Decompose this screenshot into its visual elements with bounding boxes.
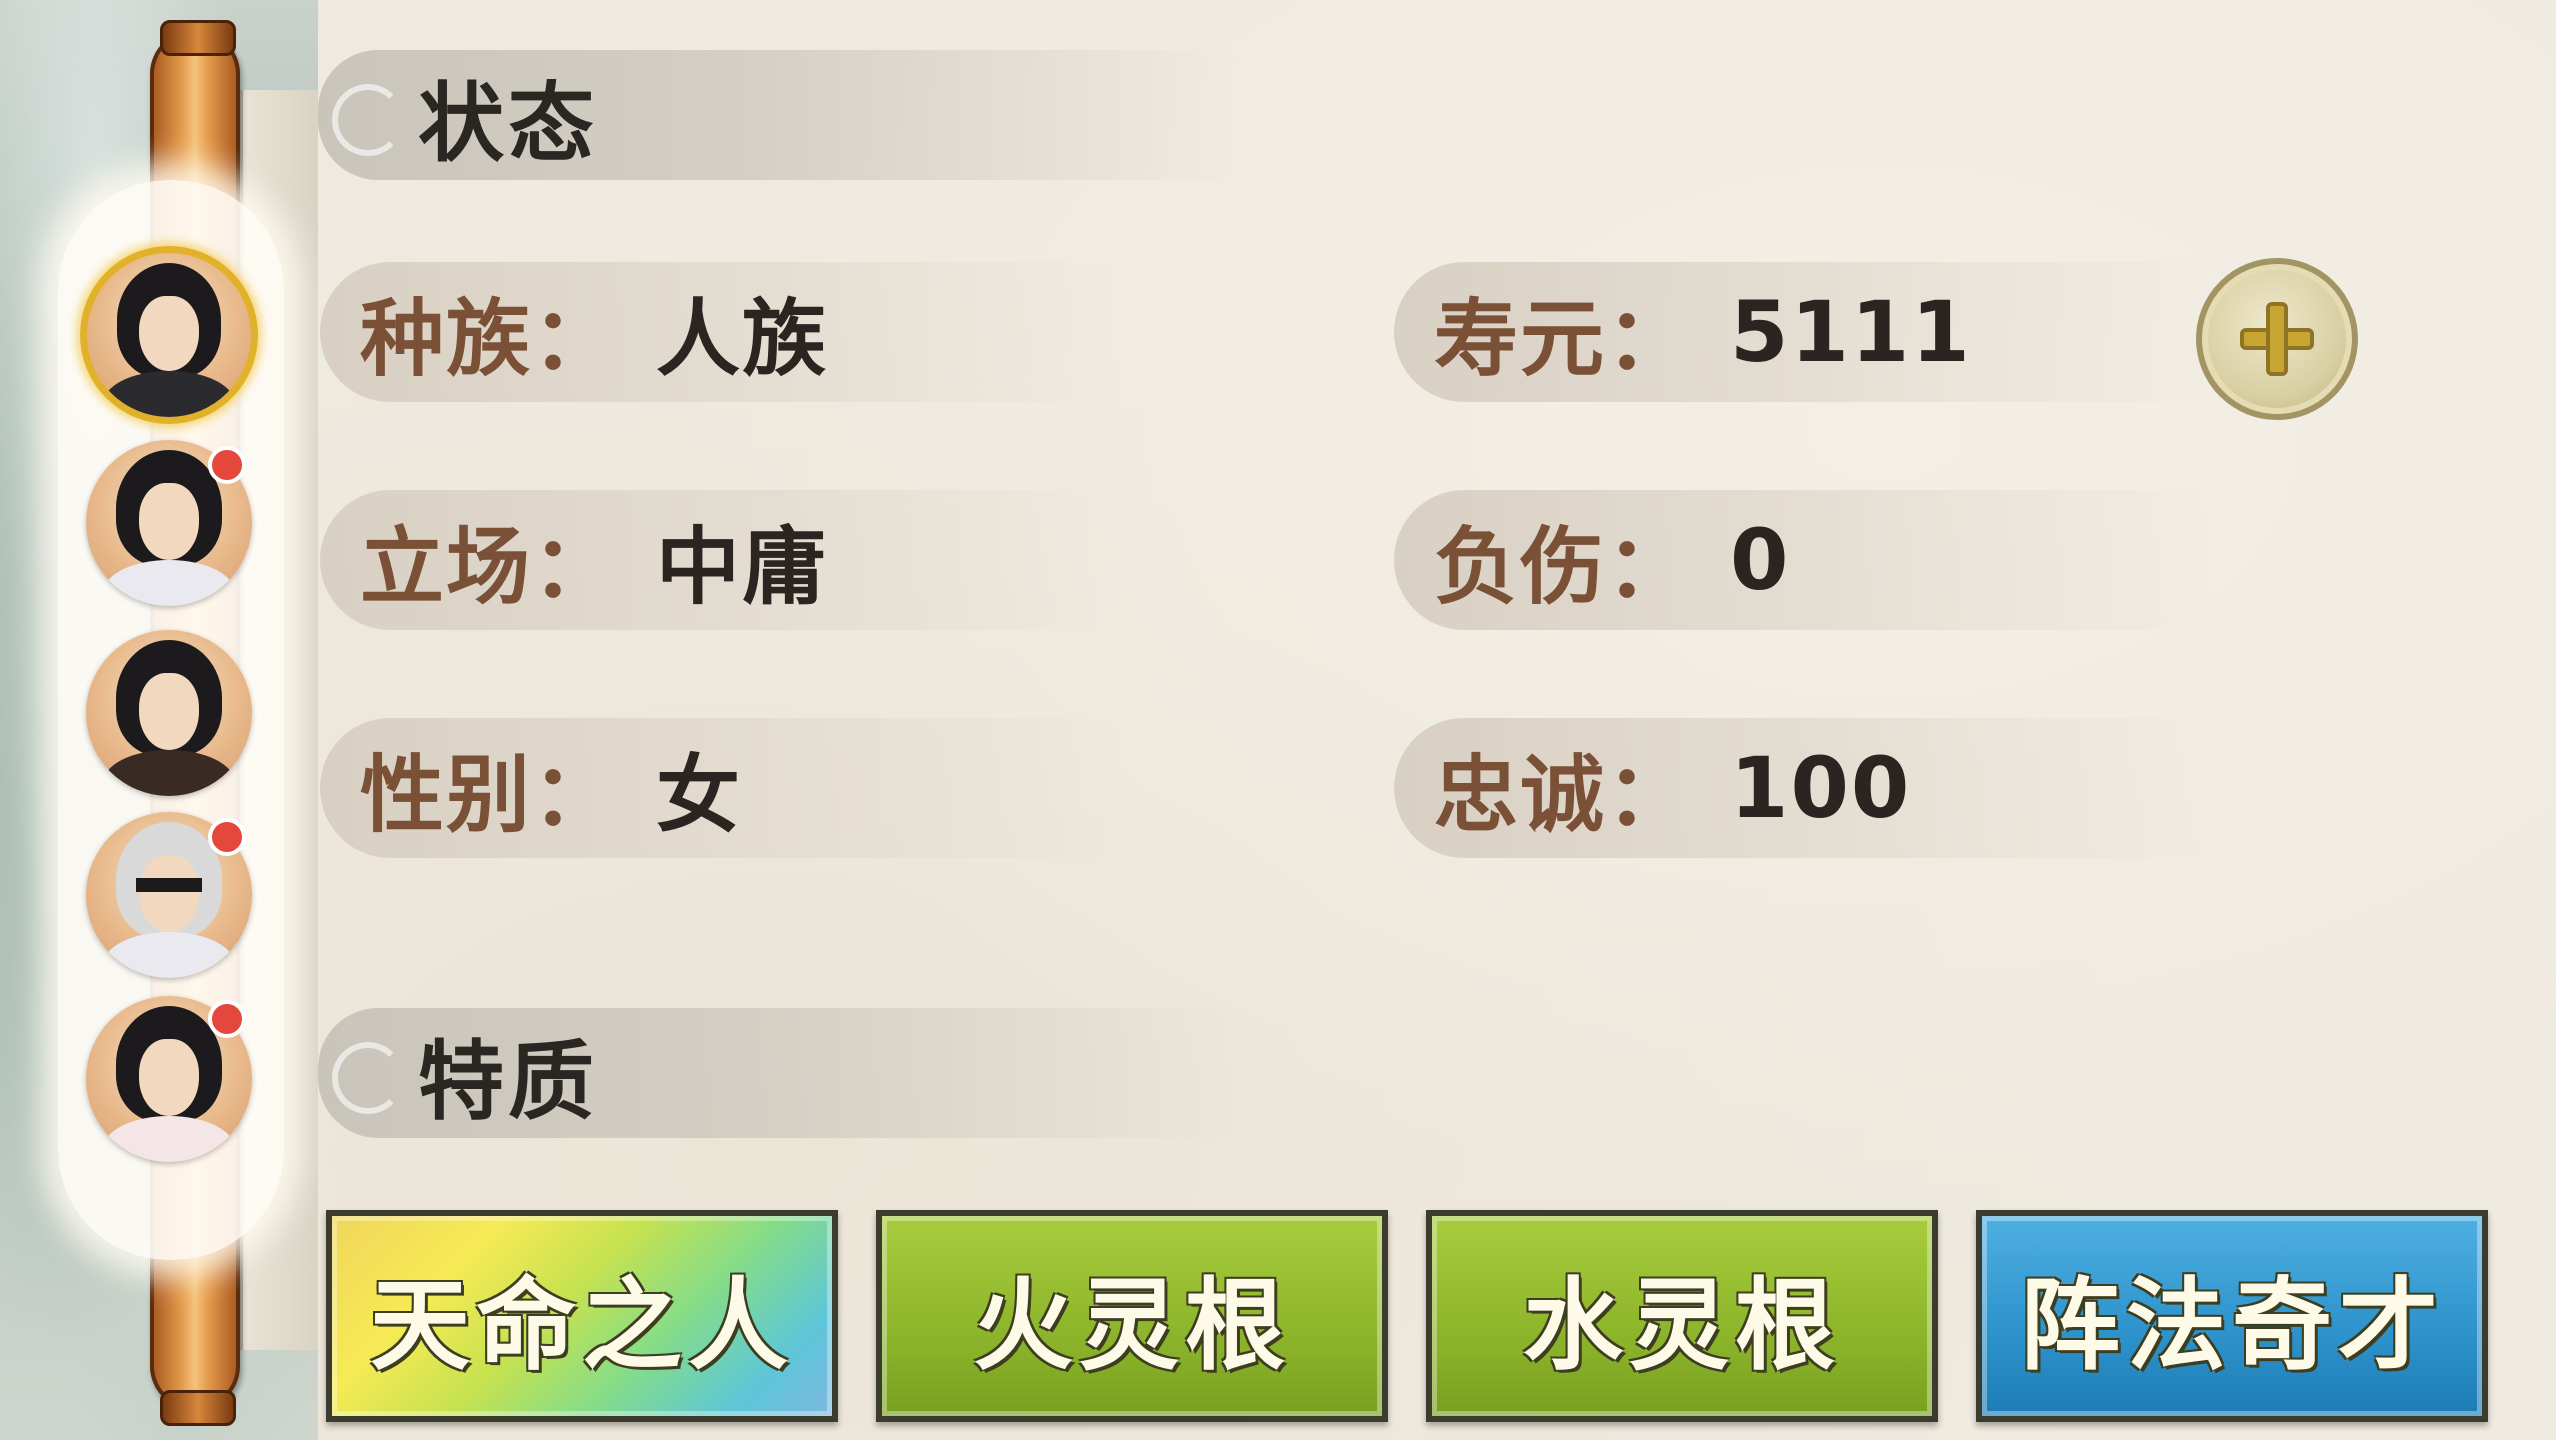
character-status-screen: 状态 种族 ： 人族 立场 ： 中庸 性别 ： 女 寿元 ： 5111 负伤 ：…	[0, 0, 2556, 1440]
trait-label: 水灵根	[1523, 1266, 1841, 1384]
stat-colon: ：	[1606, 517, 1691, 616]
trait-label: 火灵根	[973, 1266, 1291, 1384]
stat-value: 0	[1730, 511, 1791, 609]
blindfold-shape	[135, 878, 203, 892]
trait-label: 天命之人	[370, 1266, 794, 1384]
notification-badge-icon	[208, 446, 246, 484]
character-portrait-1[interactable]	[80, 246, 258, 424]
swirl-ornament-icon	[332, 84, 404, 156]
stat-colon: ：	[532, 289, 617, 388]
stat-label: 寿元	[1434, 289, 1607, 388]
trait-button-water-root[interactable]: 水灵根	[1426, 1210, 1938, 1422]
robe-shape	[102, 749, 236, 796]
stat-lifespan: 寿元 ： 5111	[1394, 262, 2214, 402]
stat-value: 100	[1730, 739, 1912, 837]
stat-label: 忠诚	[1434, 745, 1607, 844]
notification-badge-icon	[208, 1000, 246, 1038]
face-shape	[139, 855, 199, 932]
stat-value: 人族	[656, 289, 829, 388]
stat-race: 种族 ： 人族	[320, 262, 1120, 402]
stat-colon: ：	[532, 517, 617, 616]
scroll-rod-cap-top	[160, 20, 236, 56]
character-portrait-3[interactable]	[86, 630, 252, 796]
stat-label: 性别	[360, 745, 533, 844]
add-lifespan-button[interactable]	[2196, 258, 2358, 420]
stat-label: 负伤	[1434, 517, 1607, 616]
stat-value: 中庸	[656, 517, 829, 616]
swirl-ornament-icon	[332, 1042, 404, 1114]
stat-alignment: 立场 ： 中庸	[320, 490, 1120, 630]
robe-shape	[102, 931, 236, 978]
plus-circle-icon	[2240, 302, 2314, 376]
stat-gender: 性别 ： 女	[320, 718, 1120, 858]
stat-colon: ：	[1606, 745, 1691, 844]
stat-value: 女	[656, 745, 743, 844]
face-shape	[139, 1039, 199, 1116]
stat-colon: ：	[532, 745, 617, 844]
trait-button-formation-genius[interactable]: 阵法奇才	[1976, 1210, 2488, 1422]
status-section-title: 状态	[318, 50, 1238, 180]
stat-injury: 负伤 ： 0	[1394, 490, 2214, 630]
robe-shape	[102, 1115, 236, 1162]
robe-shape	[102, 559, 236, 606]
face-shape	[139, 483, 199, 560]
stat-label: 立场	[360, 517, 533, 616]
traits-section-title-text: 特质	[418, 1031, 598, 1132]
trait-button-destiny[interactable]: 天命之人	[326, 1210, 838, 1422]
scroll-rod-cap-bottom	[160, 1390, 236, 1426]
robe-shape	[103, 371, 235, 417]
trait-label: 阵法奇才	[2020, 1266, 2444, 1384]
stat-value: 5111	[1730, 283, 1972, 381]
stat-label: 种族	[360, 289, 533, 388]
trait-button-fire-root[interactable]: 火灵根	[876, 1210, 1388, 1422]
stat-colon: ：	[1606, 289, 1691, 388]
face-shape	[139, 295, 199, 372]
notification-badge-icon	[208, 818, 246, 856]
traits-section-title: 特质	[318, 1008, 1238, 1138]
status-section-title-text: 状态	[418, 73, 598, 174]
face-shape	[139, 673, 199, 750]
stat-loyalty: 忠诚 ： 100	[1394, 718, 2214, 858]
